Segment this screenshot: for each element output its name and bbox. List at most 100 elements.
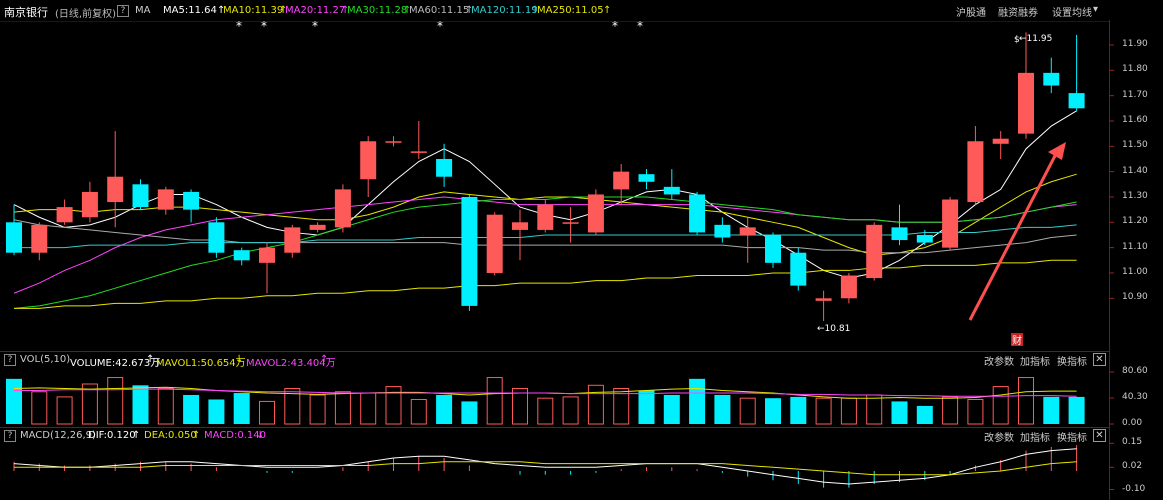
- event-marker: *: [437, 19, 443, 33]
- volume-bar: [208, 399, 225, 424]
- candle-body: [840, 275, 857, 299]
- candle-body: [1068, 93, 1085, 109]
- candle-body: [132, 184, 149, 208]
- volume-bar: [1043, 396, 1060, 424]
- volume-bar: [309, 394, 326, 425]
- volume-panel-header: ? VOL(5,10) VOLUME:42.673万 ↑ MAVOL1:50.6…: [0, 353, 1163, 369]
- candle-body: [765, 234, 781, 263]
- volume-bar: [992, 386, 1009, 425]
- candle-body: [891, 227, 908, 241]
- volume-bar: [486, 377, 503, 425]
- candle-body: [259, 247, 275, 263]
- low-annotation: ←10.81: [817, 324, 850, 334]
- mavol1-value: MAVOL1:50.654万: [156, 358, 246, 369]
- volume-tick-label: 80.60: [1122, 366, 1148, 376]
- candle-body: [309, 224, 326, 230]
- volume-change-params-button[interactable]: 改参数: [984, 353, 1014, 368]
- candle-body: [512, 222, 528, 230]
- candle-body: [689, 194, 706, 233]
- candle-body: [562, 222, 579, 224]
- volume-bar: [1018, 377, 1034, 425]
- candle-body: [815, 298, 832, 301]
- volume-bar: [6, 378, 22, 424]
- candle-body: [790, 252, 807, 286]
- event-marker: *: [261, 19, 267, 33]
- candle-body: [360, 141, 377, 180]
- candle-body: [916, 234, 933, 243]
- price-tick-label: 11.70: [1122, 89, 1148, 100]
- candle-body: [436, 158, 453, 177]
- price-tick-label: 11.60: [1122, 114, 1148, 125]
- event-marker: *: [312, 19, 318, 33]
- candle-body: [613, 171, 630, 190]
- candle-body: [992, 138, 1009, 144]
- volume-bar: [562, 396, 579, 425]
- candle-body: [461, 196, 478, 306]
- volume-bar: [31, 391, 48, 425]
- volume-bar: [663, 394, 680, 424]
- volume-switch-indicator-button[interactable]: 换指标: [1057, 353, 1087, 368]
- volume-bar: [815, 397, 832, 425]
- volume-bar: [689, 378, 706, 424]
- volume-bar: [461, 401, 478, 424]
- candle-body: [385, 141, 402, 143]
- panel-separator: [0, 427, 1109, 428]
- volume-indicator-name: VOL(5,10): [20, 354, 71, 365]
- price-tick-label: 11.00: [1122, 266, 1148, 277]
- volume-bar: [942, 396, 959, 425]
- price-tick-label: 11.10: [1122, 241, 1148, 252]
- volume-bar: [157, 388, 174, 425]
- volume-bar: [107, 377, 124, 425]
- volume-bar: [714, 394, 731, 424]
- candle-body: [587, 194, 604, 233]
- candle-body: [537, 204, 554, 230]
- volume-bar: [840, 397, 857, 425]
- macd-add-indicator-button[interactable]: 加指标: [1020, 429, 1050, 444]
- high-annotation: ←11.95: [1019, 34, 1052, 44]
- price-tick-label: 11.30: [1122, 190, 1148, 201]
- volume-bar: [916, 405, 933, 424]
- volume-bar: [436, 394, 453, 424]
- macd-help-icon[interactable]: ?: [4, 430, 16, 442]
- candle-body: [334, 189, 351, 228]
- candle-body: [967, 141, 984, 203]
- event-marker: *: [612, 19, 618, 33]
- volume-bar: [967, 398, 984, 425]
- candle-body: [107, 176, 124, 203]
- dif-value: DIF:0.120: [88, 430, 136, 441]
- macd-tick-label: -0.10: [1122, 483, 1146, 494]
- macd-switch-indicator-button[interactable]: 换指标: [1057, 429, 1087, 444]
- candle-body: [1043, 72, 1060, 86]
- axis-separator: [1109, 20, 1110, 500]
- volume-bar: [360, 392, 377, 425]
- price-tick-label: 10.90: [1122, 292, 1148, 303]
- candle-body: [410, 151, 427, 153]
- volume-close-icon[interactable]: ✕: [1093, 353, 1106, 366]
- volume-bar: [334, 391, 351, 425]
- macd-change-params-button[interactable]: 改参数: [984, 429, 1014, 444]
- volume-bar: [1068, 396, 1085, 424]
- trend-arrow-head: [1048, 142, 1066, 160]
- volume-add-indicator-button[interactable]: 加指标: [1020, 353, 1050, 368]
- stock-chart[interactable]: * * * * * *$ ←11.95←10.81财: [0, 0, 1163, 500]
- price-tick-label: 11.90: [1122, 39, 1148, 49]
- candle-body: [157, 189, 174, 210]
- price-tick-label: 11.50: [1122, 140, 1148, 151]
- volume-tick-label: 0.00: [1122, 418, 1143, 428]
- price-tick-label: 11.20: [1122, 216, 1148, 227]
- candle-body: [81, 191, 98, 218]
- header-separator: [0, 21, 1109, 22]
- event-marker: *: [236, 19, 242, 33]
- volume-bar: [587, 384, 604, 425]
- dea-value: DEA:0.050: [144, 430, 197, 441]
- candle-body: [866, 224, 883, 279]
- candle-body: [31, 224, 48, 253]
- candle-body: [284, 227, 301, 253]
- macd-close-icon[interactable]: ✕: [1093, 429, 1106, 442]
- candle-body: [56, 207, 73, 223]
- volume-help-icon[interactable]: ?: [4, 354, 16, 366]
- volume-bar: [259, 400, 275, 425]
- ma-line-ma250: [14, 259, 1077, 309]
- volume-bar: [410, 398, 427, 425]
- candle-body: [6, 222, 22, 253]
